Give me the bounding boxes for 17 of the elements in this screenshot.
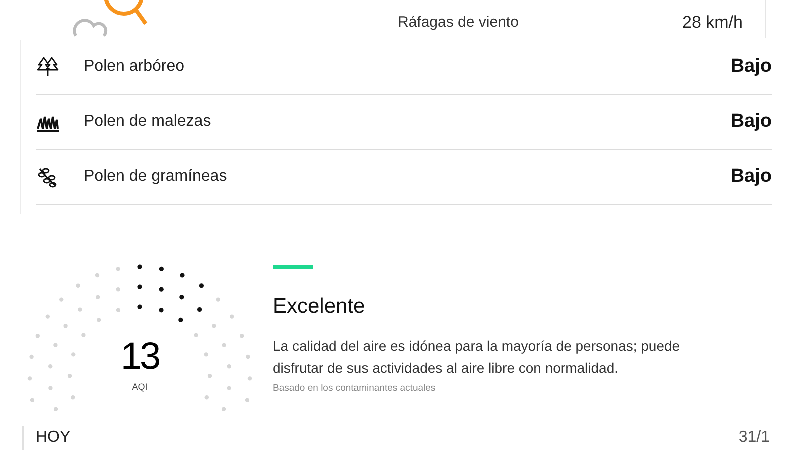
pollen-level: Bajo [730,110,772,134]
day-label: HOY [36,428,71,448]
detail-value: 28 km/h [682,12,743,34]
status-title: Excelente [273,294,366,320]
pollen-level: Bajo [730,164,772,189]
pollen-label: Polen de gramíneas [84,166,228,187]
date-label: 31/1 [738,428,770,448]
status-note: Basado en los contaminantes actuales [273,382,437,396]
pollen-label: Polen arbóreo [84,56,185,77]
pollen-level: Bajo [730,54,772,79]
trees-icon [36,56,60,78]
aqi-unit: AQI [131,380,149,394]
detail-label: Ráfagas de viento [398,13,519,33]
gauge-fill [138,264,204,322]
status-description: La calidad del aire es idónea para la mayoría de personas; puede disfrutar de sus actividades al aire libre con normalidad. [273,337,682,378]
aqi-value: 13 [120,338,160,376]
pollen-label: Polen de malezas [84,112,212,132]
